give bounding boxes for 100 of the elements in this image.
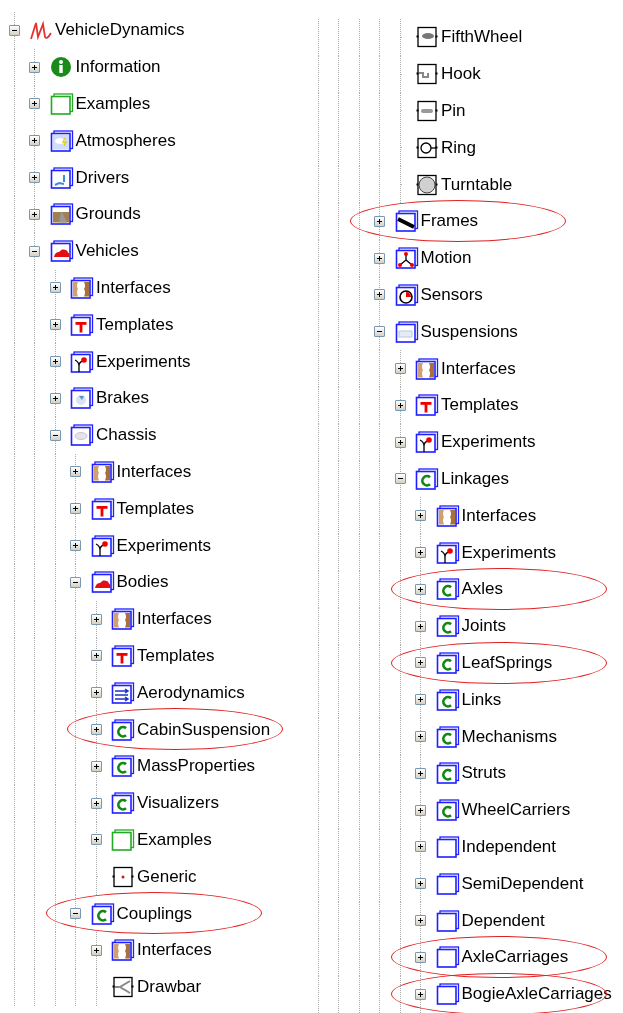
tree-item[interactable]: Mechanisms <box>461 726 557 747</box>
tree-item[interactable]: Interfaces <box>441 358 516 379</box>
tree-item[interactable]: Struts <box>461 763 506 784</box>
expand-toggle[interactable] <box>49 319 61 331</box>
expand-toggle[interactable] <box>394 473 406 485</box>
expand-toggle[interactable] <box>70 503 81 515</box>
tree-item[interactable]: Turntable <box>441 174 513 195</box>
expand-toggle[interactable] <box>415 878 426 890</box>
expand-toggle[interactable] <box>29 98 40 110</box>
expand-toggle[interactable] <box>374 252 385 264</box>
expand-toggle[interactable] <box>8 24 20 36</box>
expand-toggle[interactable] <box>90 797 102 809</box>
expand-toggle[interactable] <box>90 687 102 699</box>
tree-item[interactable]: LeafSprings <box>461 652 553 673</box>
expand-toggle[interactable] <box>415 657 426 669</box>
expand-toggle[interactable] <box>415 620 426 632</box>
tree-item[interactable]: Axles <box>461 579 504 600</box>
tree-item[interactable]: Linkages <box>441 468 510 489</box>
tree-item[interactable]: Templates <box>116 498 194 519</box>
tree-item[interactable]: Information <box>75 57 161 78</box>
tree-item[interactable]: SemiDependent <box>461 873 584 894</box>
expand-toggle[interactable] <box>70 466 81 478</box>
expand-toggle[interactable] <box>415 951 426 963</box>
tree-item[interactable]: Interfaces <box>96 277 171 298</box>
tree-item[interactable]: Frames <box>420 211 479 232</box>
expand-toggle[interactable] <box>90 760 102 772</box>
expand-toggle[interactable] <box>90 834 102 846</box>
tree-item[interactable]: Couplings <box>116 903 193 924</box>
tree-item[interactable]: Interfaces <box>137 940 212 961</box>
tree-item[interactable]: Chassis <box>96 425 157 446</box>
tree-item[interactable]: AxleCarriages <box>461 947 569 968</box>
expand-toggle[interactable] <box>415 731 426 743</box>
tree-item[interactable]: Hook <box>441 64 481 85</box>
tree-item[interactable]: Templates <box>137 645 215 666</box>
tree-item[interactable]: Templates <box>96 314 174 335</box>
tree-item[interactable]: Independent <box>461 836 557 857</box>
tree-item[interactable]: Vehicles <box>75 241 139 262</box>
tree-item[interactable]: BogieAxleCarriages <box>461 984 612 1005</box>
expand-toggle[interactable] <box>29 208 40 220</box>
expand-toggle[interactable] <box>415 915 426 926</box>
expand-toggle[interactable] <box>70 576 81 588</box>
expand-toggle[interactable] <box>415 583 426 595</box>
tree-item[interactable]: Examples <box>75 94 151 114</box>
expand-toggle[interactable] <box>415 988 426 1000</box>
expand-toggle[interactable] <box>49 282 61 294</box>
tree-item[interactable]: Joints <box>461 616 506 637</box>
tree-item[interactable]: Generic <box>137 866 197 887</box>
tree-item[interactable]: Suspensions <box>420 321 518 342</box>
expand-toggle[interactable] <box>29 245 40 257</box>
expand-toggle[interactable] <box>29 135 40 147</box>
expand-toggle[interactable] <box>29 172 40 184</box>
expand-toggle[interactable] <box>90 650 102 662</box>
expand-toggle[interactable] <box>415 804 426 816</box>
expand-toggle[interactable] <box>90 613 102 625</box>
expand-toggle[interactable] <box>394 399 406 411</box>
tree-item[interactable]: Experiments <box>441 432 536 453</box>
tree-item[interactable]: Examples <box>137 829 212 850</box>
expand-toggle[interactable] <box>415 547 426 559</box>
expand-toggle[interactable] <box>394 363 406 375</box>
tree-item[interactable]: Templates <box>441 395 519 416</box>
expand-toggle[interactable] <box>415 767 426 779</box>
tree-item[interactable]: Sensors <box>420 284 483 305</box>
expand-toggle[interactable] <box>49 356 61 368</box>
tree-item[interactable]: Aerodynamics <box>137 682 245 703</box>
expand-toggle[interactable] <box>415 694 426 706</box>
tree-item[interactable]: FifthWheel <box>441 27 523 48</box>
expand-toggle[interactable] <box>415 510 426 522</box>
tree-item[interactable]: Grounds <box>75 204 141 225</box>
expand-toggle[interactable] <box>90 944 102 956</box>
tree-item[interactable]: CabinSuspension <box>137 719 271 740</box>
tree-item[interactable]: Pin <box>441 101 466 121</box>
tree-item[interactable]: Brakes <box>96 388 149 409</box>
tree-item[interactable]: Interfaces <box>116 461 192 482</box>
expand-toggle[interactable] <box>374 326 385 338</box>
tree-item[interactable]: Experiments <box>461 542 556 563</box>
tree-item[interactable]: Motion <box>420 248 472 269</box>
tree-item[interactable]: WheelCarriers <box>461 800 571 821</box>
tree-item[interactable]: Interfaces <box>461 505 537 526</box>
expand-toggle[interactable] <box>49 429 61 441</box>
tree-item[interactable]: Experiments <box>96 351 191 372</box>
tree-item[interactable]: Atmospheres <box>75 130 176 151</box>
expand-toggle[interactable] <box>49 392 61 404</box>
tree-item[interactable]: Bodies <box>116 572 169 593</box>
tree-item[interactable]: Visualizers <box>137 793 219 814</box>
tree-item[interactable]: Links <box>461 689 502 710</box>
tree-item[interactable]: Ring <box>441 137 476 158</box>
tree-item[interactable]: Experiments <box>116 535 211 556</box>
tree-item[interactable]: Drawbar <box>137 977 202 998</box>
tree-item[interactable]: VehicleDynamics <box>55 20 185 41</box>
tree-item[interactable]: MassProperties <box>137 756 256 777</box>
expand-toggle[interactable] <box>394 436 406 448</box>
expand-toggle[interactable] <box>70 908 81 919</box>
expand-toggle[interactable] <box>374 289 385 301</box>
expand-toggle[interactable] <box>29 61 40 73</box>
tree-item[interactable]: Dependent <box>461 910 545 931</box>
expand-toggle[interactable] <box>70 540 81 552</box>
tree-item[interactable]: Interfaces <box>137 609 212 630</box>
expand-toggle[interactable] <box>415 841 426 853</box>
expand-toggle[interactable] <box>374 215 385 227</box>
expand-toggle[interactable] <box>90 724 102 736</box>
